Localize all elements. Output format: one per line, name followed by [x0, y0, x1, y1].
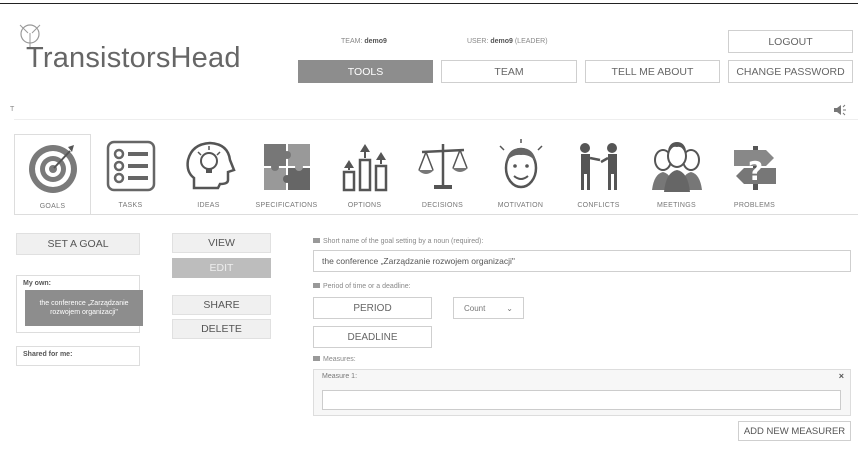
target-icon: [28, 145, 77, 193]
nav-item-tasks[interactable]: TASKS: [92, 134, 169, 214]
puzzle-icon: [263, 144, 310, 190]
goal-name-input[interactable]: the conference „Zarządzanie rozwojem org…: [313, 250, 851, 272]
top-rule: [0, 3, 858, 4]
team-info: TEAM: demo9: [341, 38, 387, 45]
nav-item-specifications[interactable]: SPECIFICATIONS: [248, 134, 325, 214]
nav-item-meetings[interactable]: MEETINGS: [638, 134, 715, 214]
share-button[interactable]: SHARE: [172, 295, 271, 315]
nav-item-options[interactable]: OPTIONS: [326, 134, 403, 214]
add-new-measurer-button[interactable]: ADD NEW MEASURER: [738, 421, 851, 441]
my-own-panel: My own: the conference „Zarządzanie rozw…: [16, 275, 143, 333]
people-pointing-icon: [579, 143, 617, 190]
close-icon[interactable]: ×: [839, 371, 844, 381]
measures-label: Measures:: [313, 356, 356, 364]
bar-arrows-icon: [342, 144, 387, 192]
nav-divider: [14, 214, 858, 215]
chevron-down-icon: ⌄: [506, 304, 513, 313]
tools-nav: GOALS TASKS IDEAS SPECIFICATIONS OPTIONS…: [14, 134, 858, 214]
shared-title: Shared for me:: [23, 351, 73, 358]
set-a-goal-button[interactable]: SET A GOAL: [16, 233, 140, 255]
view-button[interactable]: VIEW: [172, 233, 271, 253]
tab-tell-me-about[interactable]: TELL ME ABOUT: [585, 60, 720, 83]
measure-1-input[interactable]: [322, 390, 841, 410]
speaker-icon[interactable]: [833, 104, 849, 116]
t-label: T: [10, 106, 15, 113]
nav-label-problems: PROBLEMS: [733, 202, 776, 209]
measure-card: Measure 1: ×: [313, 369, 851, 416]
delete-button[interactable]: DELETE: [172, 319, 271, 339]
goal-name-label: Short name of the goal setting by a noun…: [313, 238, 483, 245]
nav-item-decisions[interactable]: DECISIONS: [404, 134, 481, 214]
nav-item-conflicts[interactable]: CONFLICTS: [560, 134, 637, 214]
nav-item-motivation[interactable]: MOTIVATION: [482, 134, 559, 214]
count-select[interactable]: Count ⌄: [453, 297, 524, 319]
measure-1-label: Measure 1:: [322, 373, 358, 380]
logo: TransistorsHead: [16, 22, 256, 74]
tab-change-password[interactable]: CHANGE PASSWORD: [728, 60, 853, 83]
logo-text: TransistorsHead: [26, 42, 241, 74]
tab-team[interactable]: TEAM: [441, 60, 577, 83]
period-button[interactable]: PERIOD: [313, 297, 432, 319]
checklist-icon: [106, 140, 155, 192]
svg-text:?: ?: [748, 157, 763, 187]
user-info: USER: demo9 (LEADER): [467, 38, 548, 45]
shared-panel: Shared for me:: [16, 346, 140, 366]
logout-button[interactable]: LOGOUT: [728, 30, 853, 53]
scales-icon: [417, 144, 468, 189]
nav-item-problems[interactable]: ? PROBLEMS: [716, 134, 793, 214]
period-label: Period of time or a deadline:: [313, 283, 411, 290]
face-icon: [498, 139, 543, 189]
tab-tools[interactable]: TOOLS: [298, 60, 433, 83]
group-icon: [651, 142, 702, 192]
deadline-button[interactable]: DEADLINE: [313, 326, 432, 348]
nav-item-ideas[interactable]: IDEAS: [170, 134, 247, 214]
signpost-question-icon: ?: [733, 146, 776, 190]
toolbar-strip: [14, 100, 858, 120]
head-bulb-icon: [185, 141, 236, 190]
nav-item-goals[interactable]: GOALS: [14, 134, 91, 214]
edit-button[interactable]: EDIT: [172, 258, 271, 278]
goal-list-item[interactable]: the conference „Zarządzanie rozwojem org…: [25, 290, 143, 326]
count-select-value: Count: [464, 303, 486, 313]
my-own-title: My own:: [23, 280, 51, 287]
